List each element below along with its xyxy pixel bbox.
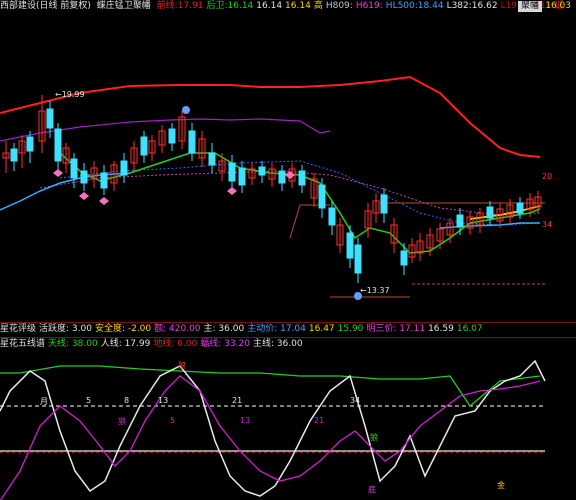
rating-item-6: 16.47 xyxy=(308,324,335,334)
low-price-label: ←13.37 xyxy=(360,286,390,295)
rating-bar: 星花评级 活跃度: 3.00 安全度: -2.00 额: 420.00 主: 36.00… xyxy=(0,322,576,336)
rating-item-0: 星花评级 xyxy=(0,324,37,334)
candle-body xyxy=(238,167,246,186)
osc-tag-3: 底 xyxy=(368,485,376,494)
right-value: 16.03 xyxy=(545,1,571,11)
candle-body xyxy=(318,184,326,209)
osc-number-1: 5 xyxy=(86,396,92,405)
staff-item-2: 人线: 17.99 xyxy=(100,339,151,349)
header-item-7: HL500:18.44 xyxy=(385,1,444,11)
badge-chip[interactable]: 聚幡 xyxy=(517,1,542,12)
indicator-header: 西部建设(日线 前复权) 蝶庄锰卫聚幡 前线:17.91 后卫:16.14 16.1… xyxy=(0,0,576,13)
osc-tag-1: 狼 xyxy=(118,417,126,426)
candle-body xyxy=(258,166,266,176)
candle-body xyxy=(168,128,176,144)
header-item-0: 前线:17.91 xyxy=(156,1,204,11)
candle-body xyxy=(228,162,236,182)
candle-body xyxy=(354,244,362,274)
osc-tag-4: 金 xyxy=(497,481,505,490)
price-chart[interactable] xyxy=(0,13,576,322)
candle-body xyxy=(140,136,148,156)
candle-body xyxy=(346,232,354,259)
staff-item-1: 天线: 38.00 xyxy=(48,339,98,349)
header-item-2: 16.14 xyxy=(256,1,283,11)
axis-label-bottom: 34 xyxy=(542,220,553,229)
candle-body xyxy=(400,250,408,266)
candle-body xyxy=(10,148,18,162)
candle-body xyxy=(54,128,62,162)
header-item-4: 高 xyxy=(313,1,323,11)
rating-item-5: 主动价: 17.04 xyxy=(247,324,306,334)
osc-number-2: 8 xyxy=(124,396,130,405)
candle-body xyxy=(100,172,108,189)
header-item-5: H809: xyxy=(325,1,353,11)
price-bg xyxy=(0,13,576,322)
rating-item-9: 16.59 xyxy=(428,324,454,334)
osc-number-3: 13 xyxy=(158,396,169,405)
candle-body xyxy=(328,207,336,226)
staff-item-4: 蝠线: 33.20 xyxy=(200,339,250,349)
header-item-6: H619: xyxy=(355,1,383,11)
osc-tag-0: 狼 xyxy=(178,361,186,370)
header-item-8: L382:16.62 xyxy=(446,1,498,11)
candle-body xyxy=(380,194,388,214)
osc-tag-2: 狼 xyxy=(370,433,378,442)
candle-body xyxy=(70,158,78,179)
indicator-title: 蝶庄锰卫聚幡 xyxy=(96,1,151,11)
staff-item-3: 地线: 6.00 xyxy=(153,339,198,349)
candle-body xyxy=(456,214,464,228)
candle-body xyxy=(80,170,88,184)
axis-label-top: 20 xyxy=(542,172,553,181)
rating-item-7: 15.90 xyxy=(337,324,364,334)
rating-item-2: 安全度: -2.00 xyxy=(94,324,152,334)
rating-item-8: 明三价: 17.11 xyxy=(366,324,426,334)
staff-item-5: 主线: 36.00 xyxy=(252,339,303,349)
candle-body xyxy=(26,136,34,152)
high-price-value: 19.99 xyxy=(61,90,85,99)
stock-title: 西部建设(日线 前复权) xyxy=(0,1,91,11)
staff-item-0: 星花五线谱 xyxy=(0,339,46,349)
osc-bg xyxy=(0,351,576,500)
candle-body xyxy=(188,130,196,154)
osc-number-6: 5 xyxy=(170,416,176,425)
low-price-value: 13.37 xyxy=(366,286,390,295)
osc-number-4: 21 xyxy=(232,396,243,405)
osc-number-0: 月 xyxy=(40,397,48,406)
candle-body xyxy=(516,202,524,214)
header-item-1: 后卫:16.14 xyxy=(206,1,254,11)
candle-body xyxy=(46,108,54,129)
candle-body xyxy=(298,170,306,186)
rating-item-4: 主: 36.00 xyxy=(203,324,245,334)
candle-body xyxy=(208,152,216,166)
osc-number-5: 34 xyxy=(350,396,361,405)
rating-item-10: 16.07 xyxy=(456,324,483,334)
header-item-3: 16.14 xyxy=(285,1,311,11)
rating-item-1: 活跃度: 3.00 xyxy=(39,324,92,334)
candle-body xyxy=(278,170,286,184)
oscillator-chart[interactable] xyxy=(0,351,576,500)
osc-number-8: 21 xyxy=(314,416,325,425)
rating-item-3: 额: 420.00 xyxy=(154,324,201,334)
staff-lines-bar: 星花五线谱 天线: 38.00 人线: 17.99 地线: 6.00 蝠线: 33.20… xyxy=(0,337,576,351)
osc-number-7: 13 xyxy=(240,416,251,425)
candle-body xyxy=(486,206,494,219)
high-price-label: ←19.99 xyxy=(55,90,85,99)
candle-body xyxy=(120,160,128,176)
top-circle-marker xyxy=(182,106,190,114)
